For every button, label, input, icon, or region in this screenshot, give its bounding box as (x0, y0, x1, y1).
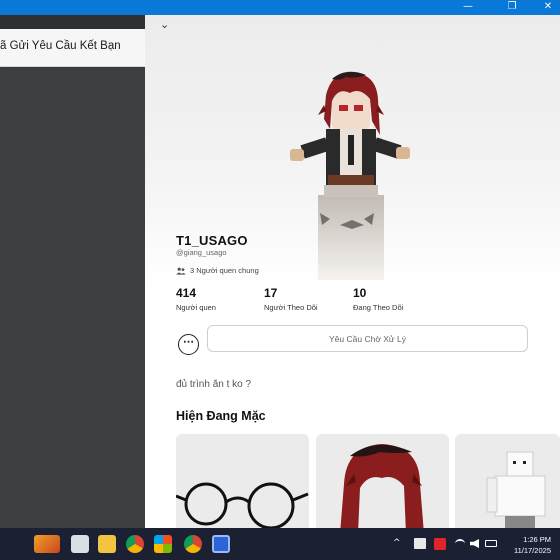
chrome-icon[interactable] (126, 535, 144, 553)
red-hair-item-icon (340, 444, 424, 528)
stat-followers-value: 17 (264, 286, 278, 300)
window-app-icon[interactable] (71, 535, 89, 553)
clock-time: 1:26 PM (523, 535, 551, 544)
wearing-item-card[interactable] (316, 434, 449, 528)
stat-friends-value: 414 (176, 286, 197, 300)
store-icon[interactable] (154, 535, 172, 553)
pending-request-button[interactable]: Yêu Cầu Chờ Xử Lý (207, 325, 528, 352)
profile-handle: @giang_usago (176, 248, 227, 257)
minimize-button[interactable]: — (456, 0, 480, 15)
windows-taskbar: ^ 1:26 PM 11/17/2025 (0, 528, 560, 560)
roblox-icon[interactable] (212, 535, 230, 553)
stat-following[interactable]: 10 Đang Theo Dõi (353, 286, 403, 312)
collapse-chevron-icon[interactable]: ⌄ (160, 18, 169, 31)
stat-following-label: Đang Theo Dõi (353, 303, 404, 312)
battery-icon[interactable] (485, 540, 497, 547)
volume-icon[interactable] (470, 539, 479, 548)
profile-display-name: T1_USAGO (176, 233, 248, 248)
stat-followers-label: Người Theo Dõi (264, 303, 318, 312)
wearing-item-card[interactable] (176, 434, 309, 528)
tray-app-icon[interactable] (414, 538, 426, 549)
antivirus-tray-icon[interactable] (434, 538, 446, 550)
mutual-friends[interactable]: 3 Người quen chung (176, 266, 259, 275)
avatar-3d-render (290, 71, 410, 280)
toast-text: ã Gửi Yêu Cầu Kết Bạn (0, 40, 121, 52)
stat-friends-label: Người quen (176, 303, 216, 312)
maximize-button[interactable]: ❐ (500, 0, 524, 15)
folder-icon[interactable] (98, 535, 116, 553)
game-app-icon[interactable] (34, 535, 60, 553)
window-titlebar: — ❐ ✕ (0, 0, 560, 15)
side-panel-header (0, 15, 145, 29)
side-panel (0, 15, 145, 528)
profile-page: ⌄ T1_USAGO @giang_usago 3 Người quen chu… (145, 15, 560, 528)
wearing-item-card[interactable] (455, 434, 560, 528)
blocky-avatar-item-icon (486, 451, 546, 528)
mutual-friends-label: 3 Người quen chung (190, 266, 259, 275)
app-screen: — ❐ ✕ ã Gửi Yêu Cầu Kết Bạn ⌄ T1_USAGO @… (0, 0, 560, 560)
glasses-item-icon (176, 482, 309, 528)
clock-date: 11/17/2025 (514, 546, 551, 555)
stat-friends[interactable]: 414 Người quen (176, 286, 216, 312)
profile-bio: đủ trình ăn t ko ? (176, 379, 252, 390)
chrome-profile-icon[interactable] (184, 535, 202, 553)
currently-wearing-title: Hiện Đang Mặc (176, 409, 266, 423)
taskbar-clock[interactable]: 1:26 PM 11/17/2025 (514, 534, 551, 556)
more-options-button[interactable]: ⋯ (178, 334, 199, 355)
people-icon (176, 267, 186, 275)
stat-following-value: 10 (353, 286, 367, 300)
wifi-icon[interactable] (455, 539, 465, 548)
close-button[interactable]: ✕ (536, 0, 560, 15)
stat-followers[interactable]: 17 Người Theo Dõi (264, 286, 318, 312)
tray-overflow-icon[interactable]: ^ (393, 538, 401, 548)
